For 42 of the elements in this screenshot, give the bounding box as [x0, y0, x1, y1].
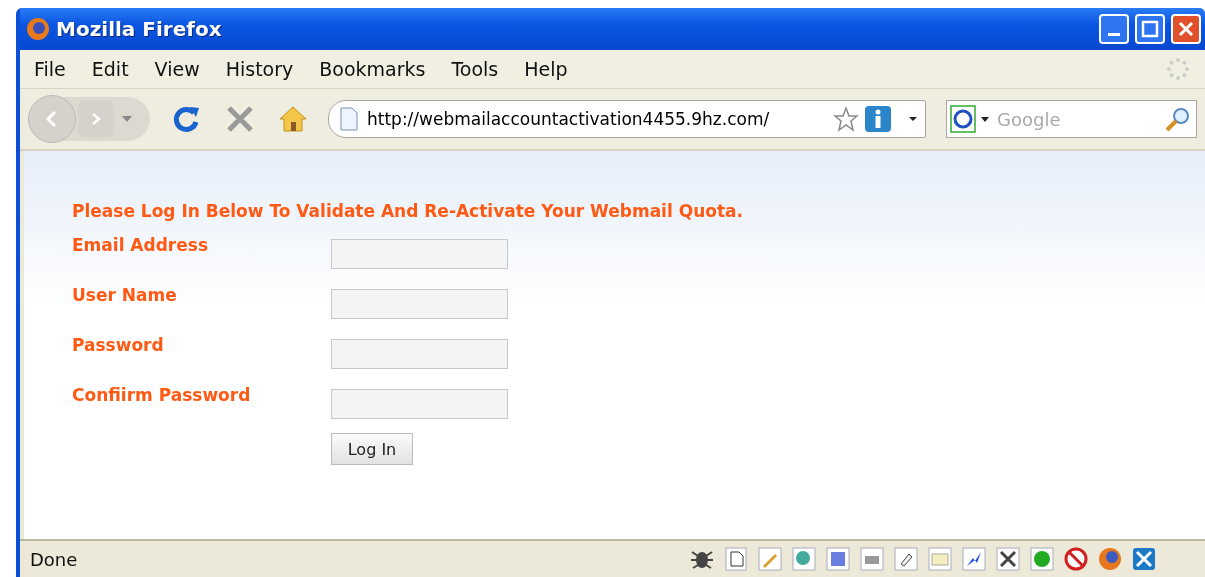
pencil-icon[interactable]: [757, 546, 783, 572]
history-dropdown-button[interactable]: [122, 116, 132, 122]
home-button[interactable]: [278, 105, 308, 133]
log-in-button[interactable]: Log In: [331, 433, 413, 465]
reload-button[interactable]: [172, 104, 202, 134]
star-icon[interactable]: [833, 106, 859, 132]
throbber-icon: [1165, 56, 1191, 82]
page-icon[interactable]: [723, 546, 749, 572]
minimize-icon: [1108, 32, 1120, 36]
lightning-icon[interactable]: [961, 546, 987, 572]
field-label: Email Address: [72, 235, 210, 255]
address-bar[interactable]: http://webmailaccountactivation4455.9hz.com/: [328, 100, 926, 138]
dropdown-arrow-icon[interactable]: [907, 115, 919, 123]
close-button[interactable]: [1171, 14, 1201, 44]
page-icon: [339, 107, 359, 131]
stop-button[interactable]: [226, 105, 254, 133]
search-engine-icon[interactable]: [947, 102, 991, 136]
menu-item[interactable]: History: [225, 58, 294, 80]
menu-item[interactable]: Help: [524, 58, 568, 80]
search-box[interactable]: Google: [946, 100, 1197, 138]
input-field[interactable]: [331, 389, 508, 419]
window-title: Mozilla Firefox: [56, 17, 223, 41]
no-sign-icon[interactable]: [1063, 546, 1089, 572]
maximize-button[interactable]: [1135, 14, 1165, 44]
page-heading: Please Log In Below To Validate And Re-Activate Your Webmail Quota.: [72, 201, 744, 221]
field-label: Confiirm Password: [72, 385, 252, 405]
status-text: Done: [30, 548, 79, 570]
menu-item[interactable]: Edit: [91, 58, 129, 80]
menu-item[interactable]: File: [34, 58, 66, 80]
menu-item[interactable]: Tools: [451, 58, 499, 80]
close-icon: [1177, 20, 1195, 38]
input-field[interactable]: [331, 339, 508, 369]
input-field[interactable]: [331, 239, 508, 269]
url-field[interactable]: http://webmailaccountactivation4455.9hz.com/: [365, 108, 827, 130]
maximize-icon: [1141, 20, 1159, 38]
menu-item[interactable]: Bookmarks: [319, 58, 426, 80]
menu-item[interactable]: View: [154, 58, 200, 80]
search-icon[interactable]: [1164, 105, 1192, 133]
input-field[interactable]: [331, 289, 508, 319]
minimize-button[interactable]: [1099, 14, 1129, 44]
field-label: Password: [72, 335, 165, 355]
field-label: User Name: [72, 285, 178, 305]
